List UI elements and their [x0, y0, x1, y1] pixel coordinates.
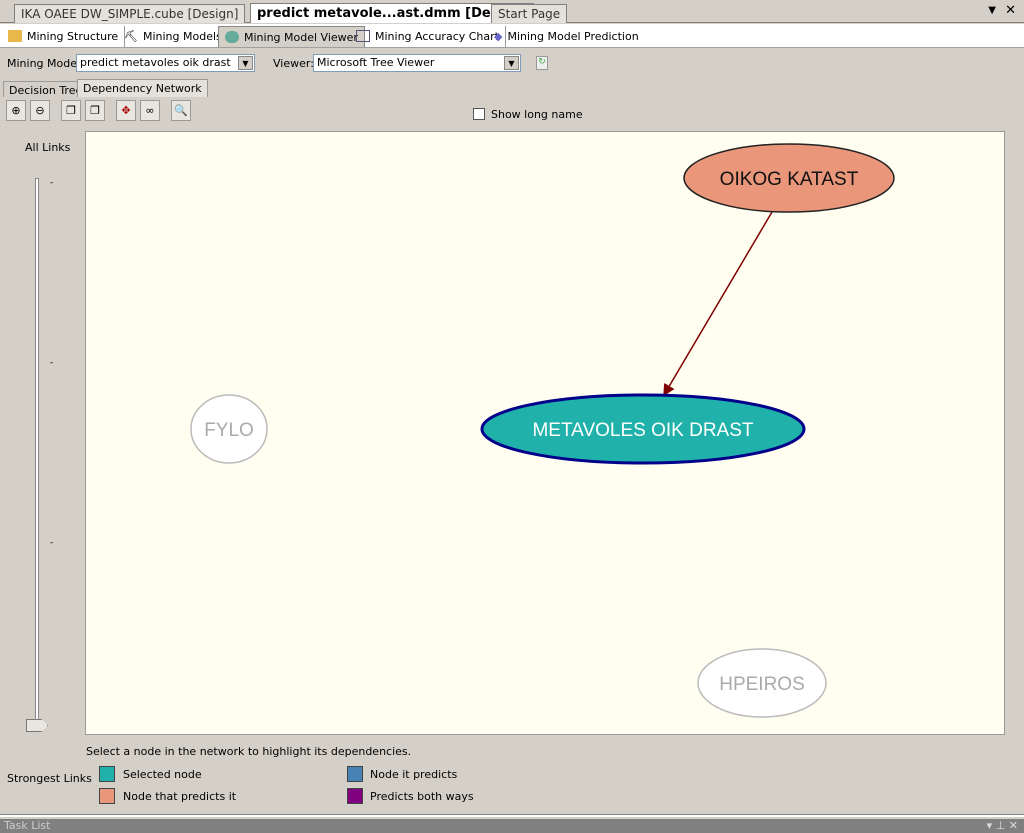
center-graph-icon[interactable]: ∞: [140, 100, 160, 121]
show-long-name-checkbox[interactable]: [473, 108, 485, 120]
doc-tab-start[interactable]: Start Page: [491, 4, 568, 23]
node-label: OIKOG KATAST: [720, 169, 859, 190]
links-slider-track[interactable]: [35, 178, 39, 732]
tab-decision-tree[interactable]: Decision Tree: [3, 81, 89, 97]
tab-label: Mining Structure: [27, 30, 119, 43]
pin-close-icons[interactable]: ▾ ⊥ ✕: [987, 819, 1018, 832]
legend-label: Selected node: [123, 768, 202, 781]
doc-tab-cube[interactable]: IKA OAEE DW_SIMPLE.cube [Design]: [14, 4, 246, 23]
task-list-bar: Task List ▾ ⊥ ✕: [0, 819, 1024, 833]
node-label: FYLO: [204, 420, 254, 441]
tab-dependency-network[interactable]: Dependency Network: [77, 79, 208, 97]
tab-mining-accuracy-chart[interactable]: Mining Accuracy Chart: [350, 26, 506, 47]
viewer-label: Viewer:: [273, 57, 314, 70]
network-graph: OIKOG KATAST METAVOLES OIK DRAST FYLO HP…: [190, 143, 895, 718]
legend-label: Node that predicts it: [123, 790, 237, 803]
tab-label: Mining Accuracy Chart: [375, 30, 499, 43]
mining-model-select[interactable]: predict metavoles oik drast ▼: [76, 54, 255, 72]
chart-icon: [356, 30, 370, 42]
mining-model-value: predict metavoles oik drast: [80, 56, 231, 69]
slider-tick: -: [50, 358, 54, 368]
node-label: METAVOLES OIK DRAST: [532, 420, 753, 441]
dependency-network-canvas: OIKOG KATAST METAVOLES OIK DRAST FYLO HP…: [85, 131, 1005, 735]
predicts-it-swatch: [99, 788, 115, 804]
tab-label: Mining Model Viewer: [244, 31, 358, 44]
zoom-out-icon[interactable]: ⊖: [30, 100, 50, 121]
legend-label: Predicts both ways: [370, 790, 474, 803]
copy-graph-view-icon[interactable]: ❐: [85, 100, 105, 121]
document-tabs: IKA OAEE DW_SIMPLE.cube [Design] predict…: [0, 0, 1024, 23]
viewer-value: Microsoft Tree Viewer: [317, 56, 435, 69]
node-label: HPEIROS: [719, 674, 805, 695]
show-long-name-label: Show long name: [491, 108, 583, 121]
diamond-icon: ◆: [494, 30, 503, 43]
dependency-link: [663, 211, 773, 397]
pickaxe-icon: ⛏: [124, 30, 138, 43]
divider: [0, 814, 1024, 817]
designer-tabs: Mining Structure ⛏ Mining Models Mining M…: [0, 24, 1024, 48]
hint-text: Select a node in the network to highligh…: [86, 745, 412, 758]
tab-mining-model-viewer[interactable]: Mining Model Viewer: [218, 26, 365, 47]
slider-tick: -: [50, 178, 54, 188]
slider-tick: -: [50, 538, 54, 548]
chevron-down-icon[interactable]: ▼: [504, 56, 519, 70]
tab-label: Mining Model Prediction: [507, 30, 639, 43]
both-ways-swatch: [347, 788, 363, 804]
tab-mining-structure[interactable]: Mining Structure: [2, 26, 126, 47]
viewer-icon: [225, 31, 239, 43]
tab-mining-model-prediction[interactable]: ◆ Mining Model Prediction: [488, 26, 645, 47]
legend-label: Node it predicts: [370, 768, 458, 781]
tab-mining-models[interactable]: ⛏ Mining Models: [118, 26, 229, 47]
size-to-fit-icon[interactable]: ✥: [116, 100, 136, 121]
task-list-title: Task List: [4, 819, 51, 832]
viewer-select[interactable]: Microsoft Tree Viewer ▼: [313, 54, 521, 72]
slider-thumb[interactable]: [26, 719, 48, 732]
chevron-down-icon[interactable]: ▼: [238, 56, 253, 70]
zoom-in-icon[interactable]: ⊕: [6, 100, 26, 121]
strongest-links-label: Strongest Links: [7, 772, 92, 785]
all-links-label: All Links: [25, 141, 71, 154]
close-icon[interactable]: ✕: [1005, 3, 1016, 18]
it-predicts-swatch: [347, 766, 363, 782]
refresh-icon[interactable]: ↻: [536, 56, 548, 70]
mining-model-label: Mining Model:: [7, 57, 84, 70]
find-node-icon[interactable]: 🔍: [171, 100, 191, 121]
selected-node-swatch: [99, 766, 115, 782]
structure-icon: [8, 30, 22, 42]
dropdown-icon[interactable]: ▼: [988, 5, 996, 16]
tab-label: Mining Models: [142, 30, 222, 43]
copy-icon[interactable]: ❐: [61, 100, 81, 121]
